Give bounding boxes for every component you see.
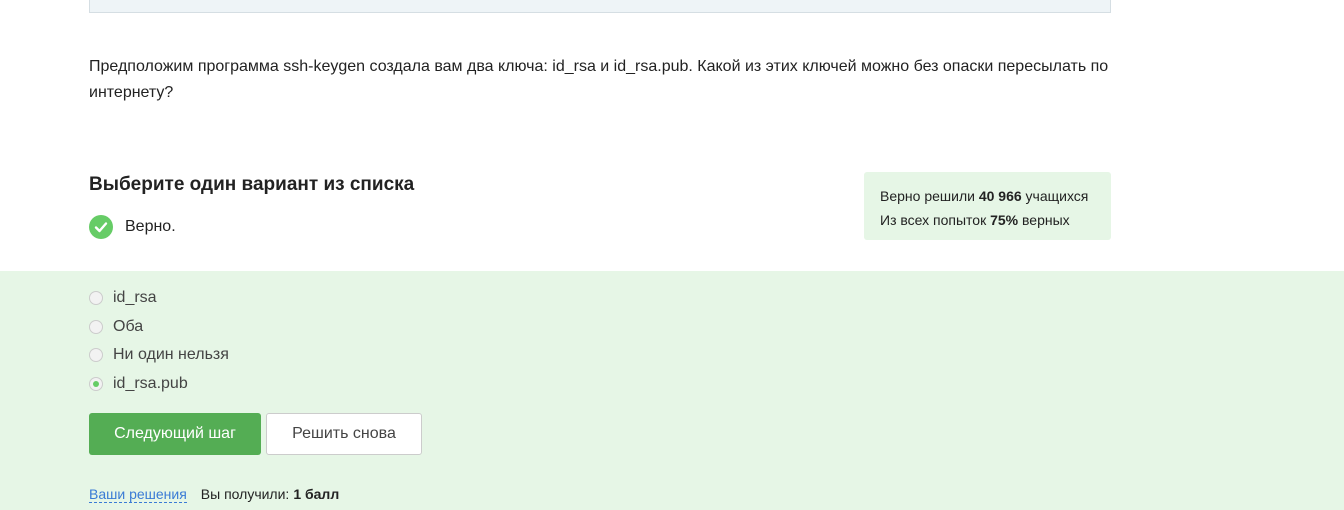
stats-percent-prefix: Из всех попыток [880, 212, 987, 228]
option-label: Ни один нельзя [113, 346, 229, 363]
option-id-rsa-pub[interactable]: id_rsa.pub [89, 374, 188, 394]
option-label: id_rsa.pub [113, 375, 188, 392]
stats-solved-line: Верно решили 40 966 учащихся [880, 184, 1095, 208]
option-label: Оба [113, 318, 144, 335]
stats-percent-suffix: верных [1022, 212, 1070, 228]
next-step-button[interactable]: Следующий шаг [89, 413, 261, 455]
previous-content-box [89, 0, 1111, 13]
your-solutions-link[interactable]: Ваши решения [89, 486, 187, 503]
option-id-rsa[interactable]: id_rsa [89, 288, 157, 308]
stats-percent-line: Из всех попыток 75% верных [880, 208, 1095, 232]
option-both[interactable]: Оба [89, 317, 143, 337]
check-circle-icon [89, 215, 113, 239]
option-none[interactable]: Ни один нельзя [89, 345, 229, 365]
score-label: Вы получили: [200, 486, 290, 502]
option-label: id_rsa [113, 289, 157, 306]
stats-solved-count: 40 966 [978, 188, 1022, 204]
footer-row: Ваши решения Вы получили: 1 балл [89, 486, 339, 503]
radio-button[interactable] [89, 348, 103, 362]
status-label: Верно. [125, 218, 176, 235]
stats-solved-prefix: Верно решили [880, 188, 975, 204]
radio-button[interactable] [89, 291, 103, 305]
retry-button[interactable]: Решить снова [266, 413, 422, 455]
stats-percent-value: 75% [990, 212, 1019, 228]
stats-solved-suffix: учащихся [1025, 188, 1089, 204]
stats-box: Верно решили 40 966 учащихся Из всех поп… [864, 172, 1111, 240]
score-value: 1 балл [293, 486, 340, 502]
radio-button[interactable] [89, 320, 103, 334]
question-text: Предположим программа ssh-keygen создала… [89, 58, 1109, 101]
radio-button-selected[interactable] [89, 377, 103, 391]
answer-options-panel [0, 271, 1344, 510]
answer-section-title: Выберите один вариант из списка [89, 174, 415, 195]
correct-status: Верно. [89, 215, 176, 239]
